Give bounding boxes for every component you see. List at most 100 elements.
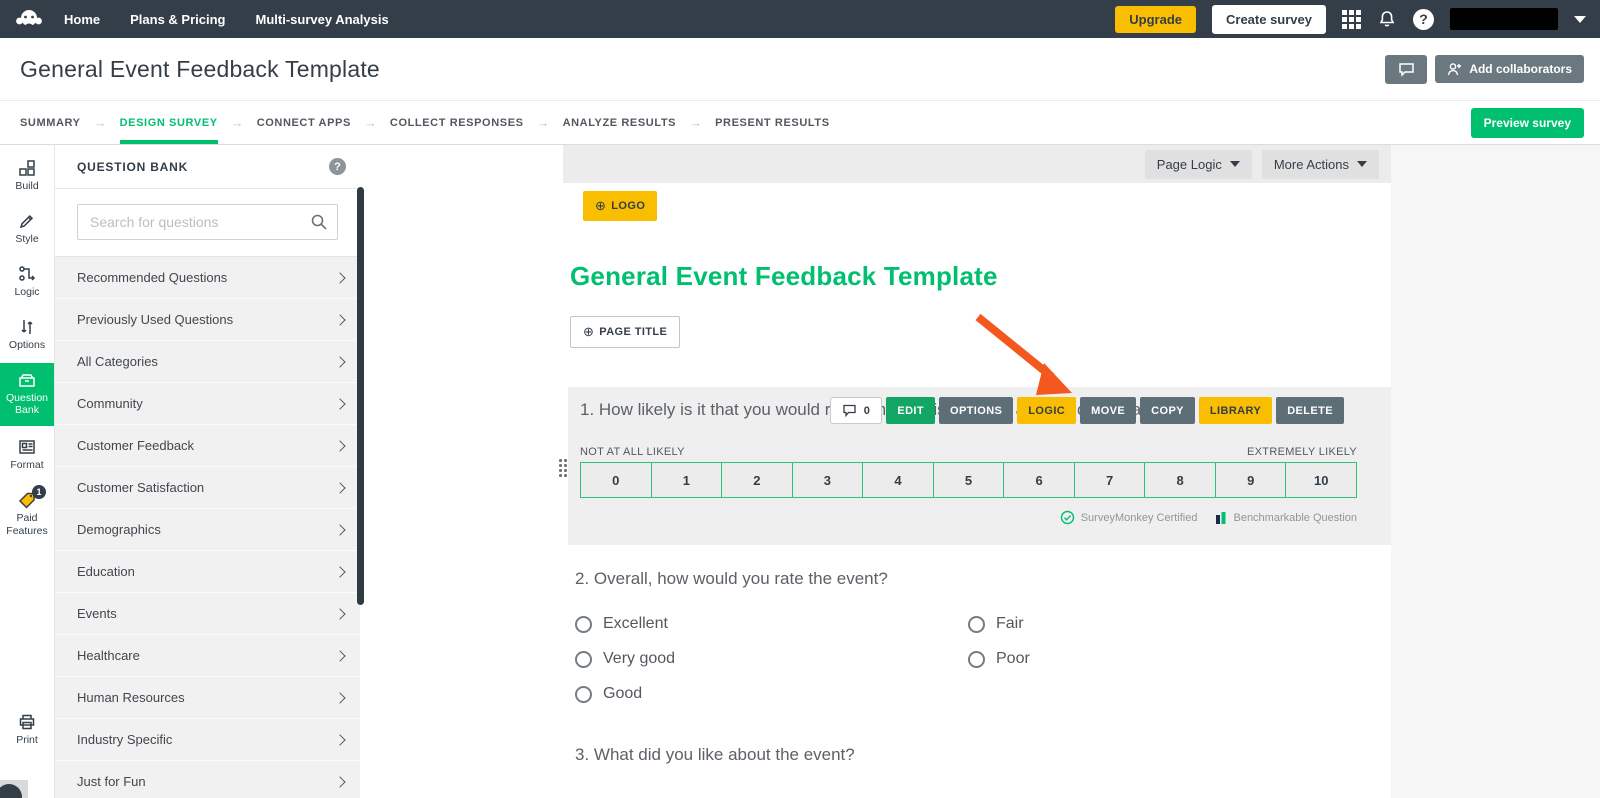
category-recommended[interactable]: Recommended Questions — [55, 257, 360, 299]
question-1-block[interactable]: 1. How likely is it that you would recom… — [568, 387, 1391, 545]
chevron-right-icon — [334, 272, 345, 283]
more-actions-dropdown[interactable]: More Actions — [1262, 150, 1379, 179]
category-demographics[interactable]: Demographics — [55, 509, 360, 551]
scale-left-label: NOT AT ALL LIKELY — [580, 446, 685, 458]
library-button[interactable]: LIBRARY — [1199, 397, 1272, 424]
add-page-title-button[interactable]: ⊕ PAGE TITLE — [570, 316, 680, 348]
survey-workspace: Page Logic More Actions ⊕ LOGO General E… — [360, 145, 1600, 798]
question-2-text[interactable]: 2. Overall, how would you rate the event… — [575, 569, 1391, 589]
options-sliders-icon — [18, 318, 36, 336]
move-button[interactable]: MOVE — [1080, 397, 1136, 424]
category-education[interactable]: Education — [55, 551, 360, 593]
option-very-good[interactable]: Very good — [575, 650, 968, 668]
add-person-icon — [1447, 62, 1462, 76]
category-human-resources[interactable]: Human Resources — [55, 677, 360, 719]
rail-item-build[interactable]: Build — [0, 151, 54, 200]
comment-bubble-icon — [1398, 62, 1415, 77]
account-name-redacted[interactable] — [1450, 8, 1558, 30]
rail-item-logic[interactable]: Logic — [0, 257, 54, 306]
question-bank-help-icon[interactable]: ? — [329, 158, 346, 175]
notifications-bell-icon[interactable] — [1377, 9, 1397, 29]
upgrade-button[interactable]: Upgrade — [1115, 6, 1196, 33]
benchmark-bars-icon — [1215, 511, 1227, 525]
search-questions-input[interactable] — [77, 204, 338, 240]
nav-link-multi-survey[interactable]: Multi-survey Analysis — [256, 12, 389, 27]
radio-icon — [968, 616, 985, 633]
account-caret-icon[interactable] — [1574, 16, 1586, 23]
apps-grid-icon[interactable] — [1342, 10, 1361, 29]
option-excellent[interactable]: Excellent — [575, 615, 968, 633]
step-connect-apps[interactable]: CONNECT APPS — [257, 101, 351, 144]
question-3-text[interactable]: 3. What did you like about the event? — [575, 745, 1391, 765]
option-fair[interactable]: Fair — [968, 615, 1030, 633]
rail-item-paid-features[interactable]: 1 Paid Features — [0, 483, 54, 544]
nav-links: Home Plans & Pricing Multi-survey Analys… — [64, 12, 389, 27]
option-good[interactable]: Good — [575, 685, 968, 703]
scale-cell-3: 3 — [792, 462, 864, 498]
step-arrow-icon: → — [94, 115, 107, 130]
logic-button[interactable]: LOGIC — [1017, 397, 1076, 424]
surveymonkey-logo-icon[interactable] — [12, 6, 46, 32]
copy-button[interactable]: COPY — [1140, 397, 1195, 424]
nav-link-home[interactable]: Home — [64, 12, 100, 27]
category-just-for-fun[interactable]: Just for Fun — [55, 761, 360, 798]
plus-circle-icon: ⊕ — [583, 324, 594, 340]
scale-cell-6: 6 — [1003, 462, 1075, 498]
panel-scrollbar[interactable] — [357, 187, 364, 605]
chevron-right-icon — [334, 440, 345, 451]
category-previously-used[interactable]: Previously Used Questions — [55, 299, 360, 341]
step-collect-responses[interactable]: COLLECT RESPONSES — [390, 101, 524, 144]
comment-bubble-icon — [842, 404, 857, 417]
rail-item-options[interactable]: Options — [0, 310, 54, 359]
category-community[interactable]: Community — [55, 383, 360, 425]
comments-button[interactable] — [1385, 55, 1427, 84]
scale-cell-2: 2 — [721, 462, 793, 498]
survey-title[interactable]: General Event Feedback Template — [570, 261, 1391, 292]
delete-button[interactable]: DELETE — [1276, 397, 1344, 424]
chevron-right-icon — [334, 398, 345, 409]
step-design-survey[interactable]: DESIGN SURVEY — [120, 101, 218, 144]
rail-item-format[interactable]: Format — [0, 430, 54, 479]
step-arrow-icon: → — [689, 115, 702, 130]
help-icon[interactable]: ? — [1413, 9, 1434, 30]
category-events[interactable]: Events — [55, 593, 360, 635]
rail-item-question-bank[interactable]: Question Bank — [0, 363, 54, 426]
rail-item-style[interactable]: Style — [0, 204, 54, 253]
step-arrow-icon: → — [537, 115, 550, 130]
print-icon — [18, 713, 36, 731]
nav-right-cluster: Upgrade Create survey ? — [1115, 5, 1586, 34]
category-industry-specific[interactable]: Industry Specific — [55, 719, 360, 761]
nps-scale: 0 1 2 3 4 5 6 7 8 9 10 — [580, 462, 1357, 498]
category-all-categories[interactable]: All Categories — [55, 341, 360, 383]
survey-canvas: Page Logic More Actions ⊕ LOGO General E… — [563, 145, 1391, 798]
category-customer-feedback[interactable]: Customer Feedback — [55, 425, 360, 467]
step-arrow-icon: → — [231, 115, 244, 130]
add-logo-button[interactable]: ⊕ LOGO — [583, 191, 657, 221]
logic-branch-icon — [18, 265, 36, 283]
chevron-right-icon — [334, 524, 345, 535]
question-comments-button[interactable]: 0 — [830, 397, 883, 424]
step-present-results[interactable]: PRESENT RESULTS — [715, 101, 830, 144]
option-poor[interactable]: Poor — [968, 650, 1030, 668]
nav-link-plans-pricing[interactable]: Plans & Pricing — [130, 12, 225, 27]
scale-cell-9: 9 — [1215, 462, 1287, 498]
question-1-toolbar: 0 EDIT OPTIONS LOGIC MOVE COPY LIBRARY D… — [830, 397, 1344, 424]
step-summary[interactable]: SUMMARY — [20, 101, 81, 144]
category-healthcare[interactable]: Healthcare — [55, 635, 360, 677]
survey-page-title: General Event Feedback Template — [20, 56, 380, 83]
rail-item-print[interactable]: Print — [0, 705, 54, 754]
page-logic-dropdown[interactable]: Page Logic — [1145, 150, 1252, 179]
drag-handle[interactable] — [559, 459, 567, 477]
surveymonkey-certified-badge: SurveyMonkey Certified — [1060, 510, 1198, 525]
options-button[interactable]: OPTIONS — [939, 397, 1013, 424]
create-survey-button[interactable]: Create survey — [1212, 5, 1326, 34]
add-collaborators-button[interactable]: Add collaborators — [1435, 55, 1584, 83]
certified-check-icon — [1060, 510, 1075, 525]
workflow-steps-bar: SUMMARY → DESIGN SURVEY → CONNECT APPS →… — [0, 100, 1600, 145]
question-bank-panel: QUESTION BANK ? Recommended Questions Pr… — [55, 145, 360, 798]
preview-survey-button[interactable]: Preview survey — [1471, 108, 1584, 138]
edit-button[interactable]: EDIT — [886, 397, 935, 424]
step-analyze-results[interactable]: ANALYZE RESULTS — [563, 101, 677, 144]
page-actions-band: Page Logic More Actions — [563, 145, 1391, 183]
category-customer-satisfaction[interactable]: Customer Satisfaction — [55, 467, 360, 509]
